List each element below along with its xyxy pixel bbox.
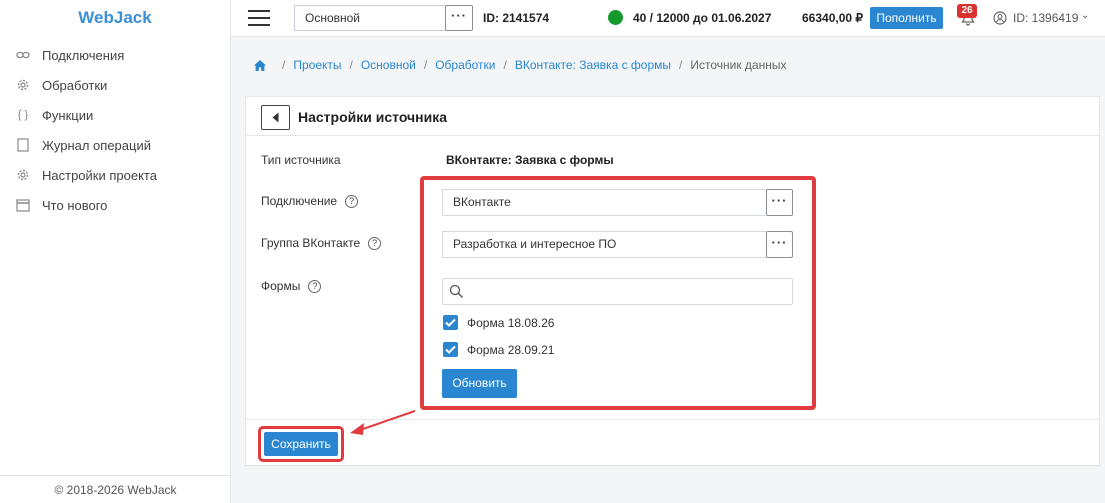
sidebar-item-project-settings[interactable]: Настройки проекта — [0, 160, 230, 190]
status-indicator — [608, 10, 623, 25]
sidebar-item-label: Что нового — [42, 197, 108, 213]
card-header: Настройки источника — [246, 97, 1099, 136]
breadcrumb-project[interactable]: Основной — [361, 58, 416, 72]
form-option-label: Форма 18.08.26 — [467, 315, 555, 330]
help-icon[interactable]: ? — [345, 194, 359, 208]
sidebar-item-connections[interactable]: Подключения — [0, 40, 230, 70]
source-type-value: ВКонтакте: Заявка с формы — [446, 153, 614, 167]
breadcrumb-projects[interactable]: Проекты — [293, 58, 341, 72]
topup-button[interactable]: Пополнить — [870, 7, 943, 29]
breadcrumb-separator: / — [282, 58, 286, 72]
home-icon[interactable] — [254, 59, 266, 71]
breadcrumb-processing[interactable]: Обработки — [435, 58, 495, 72]
link-icon — [16, 48, 30, 62]
group-field[interactable]: Разработка и интересное ПО — [442, 231, 766, 258]
arrow-left-icon — [272, 112, 279, 123]
help-icon[interactable]: ? — [308, 279, 322, 293]
sidebar-item-functions[interactable]: { } Функции — [0, 100, 230, 130]
sidebar-item-label: Настройки проекта — [42, 167, 157, 183]
form-option-label: Форма 28.09.21 — [467, 342, 555, 357]
group-label-text: Группа ВКонтакте — [261, 236, 361, 250]
source-type-label: Тип источника — [261, 153, 341, 167]
form-option[interactable]: Форма 18.08.26 — [443, 315, 554, 330]
source-type-label-text: Тип источника — [261, 153, 341, 167]
sidebar-item-label: Подключения — [42, 47, 125, 63]
sidebar: WebJack Подключения Обработки { } Функци… — [0, 0, 231, 503]
menu-icon[interactable] — [248, 10, 270, 26]
user-id[interactable]: ID: 1396419 — [1013, 11, 1078, 25]
breadcrumb-separator: / — [423, 58, 428, 72]
footer-copyright: © 2018-2026 WebJack — [0, 475, 231, 503]
journal-icon — [16, 138, 30, 152]
calendar-icon — [16, 198, 30, 212]
gear-icon — [16, 78, 30, 92]
sidebar-item-label: Журнал операций — [42, 137, 151, 153]
help-icon[interactable]: ? — [368, 236, 382, 250]
breadcrumb-separator: / — [349, 58, 353, 72]
breadcrumb-separator: / — [679, 58, 683, 72]
breadcrumb-processing-item[interactable]: ВКонтакте: Заявка с формы — [515, 58, 671, 72]
project-select[interactable]: Основной — [294, 5, 445, 31]
breadcrumb-current: Источник данных — [690, 58, 787, 72]
braces-icon: { } — [17, 109, 29, 121]
connection-label-text: Подключение — [261, 194, 338, 208]
balance: 66340,00 ₽ — [802, 11, 864, 25]
settings-icon — [16, 168, 30, 182]
forms-label: Формы ? — [261, 279, 322, 293]
save-button[interactable]: Сохранить — [264, 432, 338, 456]
sidebar-nav: Подключения Обработки { } Функции Журнал… — [0, 40, 230, 220]
checkbox-checked-icon[interactable] — [443, 315, 458, 330]
sidebar-item-processing[interactable]: Обработки — [0, 70, 230, 100]
connection-field[interactable]: ВКонтакте — [442, 189, 766, 216]
checkbox-checked-icon[interactable] — [443, 342, 458, 357]
group-label: Группа ВКонтакте ? — [261, 236, 382, 250]
sidebar-item-label: Функции — [42, 107, 94, 123]
sidebar-item-whats-new[interactable]: Что нового — [0, 190, 230, 220]
quota-text: 40 / 12000 до 01.06.2027 — [633, 11, 772, 25]
form-option[interactable]: Форма 28.09.21 — [443, 342, 554, 357]
search-icon — [449, 284, 463, 298]
divider — [246, 419, 1099, 420]
connection-label: Подключение ? — [261, 194, 359, 208]
project-id: ID: 2141574 — [483, 11, 550, 25]
user-icon[interactable] — [993, 11, 1007, 25]
sidebar-item-label: Обработки — [42, 77, 108, 93]
card-title: Настройки источника — [298, 109, 448, 125]
forms-label-text: Формы — [261, 279, 301, 293]
back-button[interactable] — [261, 105, 290, 130]
group-more-button[interactable]: ··· — [766, 231, 793, 258]
refresh-button[interactable]: Обновить — [442, 369, 517, 398]
connection-more-button[interactable]: ··· — [766, 189, 793, 216]
breadcrumb: / Проекты / Основной / Обработки / ВКонт… — [254, 58, 786, 72]
project-more-button[interactable]: ··· — [445, 5, 473, 31]
notification-badge: 26 — [957, 4, 977, 18]
logo[interactable]: WebJack — [0, 0, 230, 36]
chevron-down-icon[interactable]: ⌄ — [1081, 10, 1089, 21]
source-settings-card: Настройки источника Тип источника ВКонта… — [245, 96, 1100, 466]
topbar: Основной ··· ID: 2141574 40 / 12000 до 0… — [231, 0, 1105, 37]
breadcrumb-separator: / — [503, 58, 507, 72]
forms-search-input[interactable] — [442, 278, 793, 305]
sidebar-item-journal[interactable]: Журнал операций — [0, 130, 230, 160]
